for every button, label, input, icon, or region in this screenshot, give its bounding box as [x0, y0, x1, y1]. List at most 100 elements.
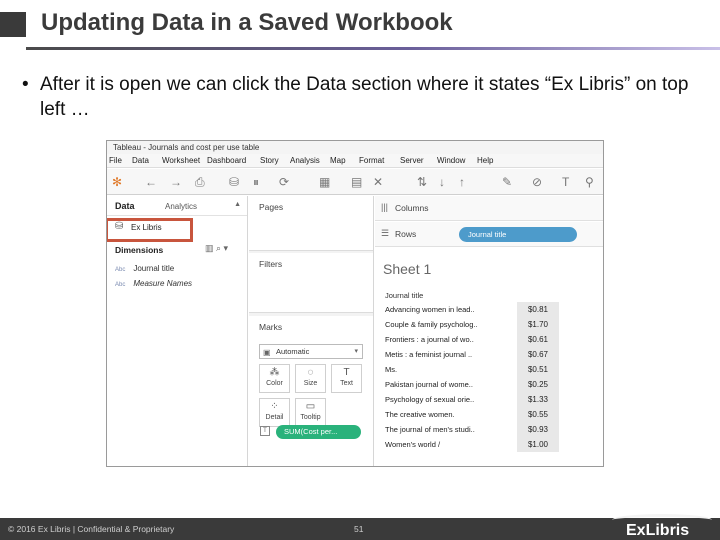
row-value: $0.25: [517, 377, 559, 392]
size-button[interactable]: ◌ Size: [295, 364, 326, 393]
tab-analytics[interactable]: Analytics: [165, 202, 197, 211]
swap-icon[interactable]: ⇅: [417, 175, 427, 189]
row-value: $0.93: [517, 422, 559, 437]
table-row[interactable]: Advancing women in lead.. $0.81: [385, 302, 559, 317]
table-row[interactable]: Frontiers : a journal of wo.. $0.61: [385, 332, 559, 347]
filters-label: Filters: [259, 259, 283, 269]
marks-card: Marks ▣ Automatic ▾ ⁂ Color ◌ Size T Text ⁘…: [249, 316, 373, 466]
menu-data[interactable]: Data: [132, 154, 162, 167]
tooltip-label: Tooltip: [300, 414, 321, 421]
menu-worksheet[interactable]: Worksheet: [162, 154, 207, 167]
table-row[interactable]: Psychology of sexual orie.. $1.33: [385, 392, 559, 407]
menu-bar: File Data Worksheet Dashboard Story Anal…: [107, 154, 603, 168]
table-column-header: Journal title: [385, 291, 424, 300]
row-title: Advancing women in lead..: [385, 305, 475, 314]
new-datasource-icon[interactable]: ⛁: [229, 175, 239, 189]
sum-cost-pill[interactable]: SUM(Cost per...: [276, 425, 361, 439]
row-title: Ms.: [385, 365, 398, 374]
clear-sheet-icon[interactable]: ✕: [373, 175, 383, 189]
data-source-highlight-box: [107, 218, 193, 242]
row-title: Frontiers : a journal of wo..: [385, 335, 474, 344]
row-title: The creative women.: [385, 410, 455, 419]
detail-button[interactable]: ⁘ Detail: [259, 398, 290, 427]
tooltip-button[interactable]: ▭ Tooltip: [295, 398, 326, 427]
row-value: $1.33: [517, 392, 559, 407]
pages-card[interactable]: Pages: [249, 196, 373, 251]
duplicate-icon[interactable]: ▤: [351, 175, 362, 189]
color-button[interactable]: ⁂ Color: [259, 364, 290, 393]
cards-pane: Pages Filters Marks ▣ Automatic ▾ ⁂ Color…: [249, 196, 374, 466]
bullet-dot: •: [22, 74, 29, 95]
tab-collapse-icon[interactable]: ▲: [234, 201, 241, 208]
tableau-screenshot: Tableau - Journals and cost per use tabl…: [106, 140, 604, 467]
mark-type-dropdown[interactable]: ▣ Automatic ▾: [259, 344, 363, 359]
back-icon[interactable]: ←: [145, 175, 157, 189]
table-row[interactable]: Metis : a feminist journal .. $0.67: [385, 347, 559, 362]
toolbar: ✻ ← → ⎙ ⛁ ⏸ ⟳ ▦ ▤ ✕ ⇅ ↓ ↑ ✎ ⊘ T ⚲: [107, 169, 603, 195]
table-row[interactable]: Women's world / $1.00: [385, 437, 559, 452]
sort-asc-icon[interactable]: ↓: [439, 175, 445, 189]
menu-server[interactable]: Server: [400, 154, 437, 167]
menu-map[interactable]: Map: [330, 154, 359, 167]
row-title: Couple & family psycholog..: [385, 320, 478, 329]
text-mark-icon: T: [260, 426, 270, 436]
field-journal-title[interactable]: Abc Journal title: [115, 264, 174, 273]
filters-card[interactable]: Filters: [249, 253, 373, 313]
columns-icon: |||: [381, 202, 389, 212]
menu-dashboard[interactable]: Dashboard: [207, 154, 260, 167]
tooltip-icon: ▭: [305, 401, 316, 412]
row-value: $0.81: [517, 302, 559, 317]
dimensions-header: Dimensions: [115, 245, 164, 255]
table-row[interactable]: The creative women. $0.55: [385, 407, 559, 422]
table-row[interactable]: Pakistan journal of wome.. $0.25: [385, 377, 559, 392]
menu-analysis[interactable]: Analysis: [290, 154, 330, 167]
highlight-icon[interactable]: ✎: [502, 175, 512, 189]
text-icon: T: [343, 367, 350, 378]
sort-desc-icon[interactable]: ↑: [459, 175, 465, 189]
group-icon[interactable]: ⊘: [532, 175, 542, 189]
refresh-icon[interactable]: ⟳: [279, 175, 289, 189]
table-row[interactable]: Ms. $0.51: [385, 362, 559, 377]
journal-title-pill[interactable]: Journal title: [459, 227, 577, 242]
row-value: $0.55: [517, 407, 559, 422]
columns-shelf[interactable]: ||| Columns: [375, 196, 603, 221]
field-name: Journal title: [133, 264, 175, 273]
search-icon[interactable]: ▥ ⌕ ▾: [205, 243, 228, 254]
field-measure-names[interactable]: Abc Measure Names: [115, 279, 192, 288]
tableau-logo-icon[interactable]: ✻: [112, 175, 122, 189]
size-label: Size: [303, 380, 318, 387]
new-worksheet-icon[interactable]: ▦: [319, 175, 330, 189]
view-pane: ||| Columns ☰ Rows Journal title Sheet 1…: [375, 196, 603, 466]
title-underline: [26, 47, 720, 50]
data-pane: Data Analytics ▲ ⛁ Ex Libris Dimensions …: [107, 196, 248, 466]
table-row[interactable]: Couple & family psycholog.. $1.70: [385, 317, 559, 332]
rows-icon: ☰: [381, 228, 390, 238]
menu-file[interactable]: File: [107, 154, 132, 167]
exlibris-logo: ExLibris: [626, 522, 690, 539]
row-title: Psychology of sexual orie..: [385, 395, 475, 404]
save-icon[interactable]: ⎙: [195, 175, 205, 190]
color-label: Color: [266, 380, 283, 387]
menu-window[interactable]: Window: [437, 154, 477, 167]
tab-data[interactable]: Data: [115, 201, 135, 211]
menu-story[interactable]: Story: [260, 154, 290, 167]
bullet-text: After it is open we can click the Data s…: [40, 74, 689, 120]
labels-icon[interactable]: T: [562, 175, 569, 189]
menu-help[interactable]: Help: [477, 154, 507, 167]
text-button[interactable]: T Text: [331, 364, 362, 393]
data-tab-row: Data Analytics ▲: [107, 196, 247, 216]
forward-icon[interactable]: →: [170, 175, 182, 189]
menu-format[interactable]: Format: [359, 154, 400, 167]
pause-updates-icon[interactable]: ⏸: [253, 175, 259, 190]
marks-label: Marks: [259, 322, 283, 332]
pin-icon[interactable]: ⚲: [585, 175, 594, 189]
string-type-icon: Abc: [115, 267, 126, 273]
detail-label: Detail: [265, 414, 284, 421]
rows-shelf[interactable]: ☰ Rows Journal title: [375, 222, 603, 247]
row-title: The journal of men's studi..: [385, 425, 475, 434]
title-accent-block: [0, 12, 26, 37]
sheet-title: Sheet 1: [383, 261, 432, 277]
table-row[interactable]: The journal of men's studi.. $0.93: [385, 422, 559, 437]
row-value: $0.67: [517, 347, 559, 362]
pages-label: Pages: [259, 202, 284, 212]
